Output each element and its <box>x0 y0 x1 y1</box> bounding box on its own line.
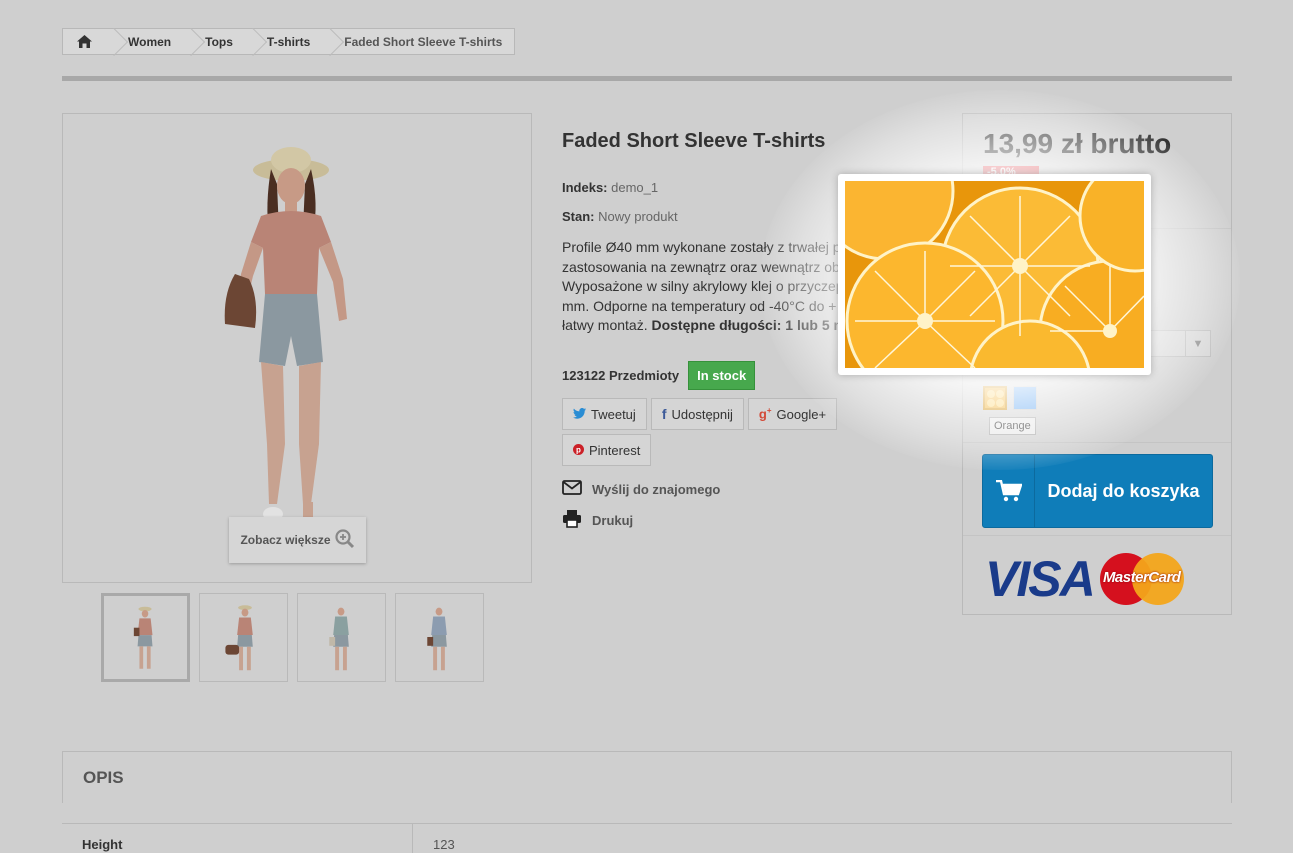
product-title: Faded Short Sleeve T-shirts <box>562 130 826 152</box>
breadcrumb-separator <box>106 29 116 55</box>
pinterest-label: Pinterest <box>589 442 641 458</box>
feature-name: Height <box>62 824 413 853</box>
breadcrumb-separator <box>322 29 332 55</box>
availability-row: 123122 Przedmioty In stock <box>562 361 756 390</box>
google-plus-label: Google+ <box>776 406 827 422</box>
color-swatch-orange[interactable] <box>983 386 1007 410</box>
product-condition: Stan: Nowy produkt <box>562 209 678 224</box>
thumbnail-4[interactable] <box>395 593 484 682</box>
thumbnail-2[interactable] <box>199 593 288 682</box>
description-section: OPIS <box>62 751 1232 803</box>
tweet-label: Tweetuj <box>591 406 636 422</box>
description-bold: Dostępne długości: 1 lub 5 m <box>651 317 846 333</box>
envelope-icon <box>562 480 582 498</box>
add-to-cart-label: Dodaj do koszyka <box>1047 481 1200 501</box>
visa-logo: VISA <box>985 551 1096 607</box>
breadcrumb-separator <box>183 29 193 55</box>
color-preview-popup <box>838 174 1151 375</box>
orange-slices-image <box>845 181 1144 368</box>
model-photo <box>224 147 347 550</box>
color-swatch-blue[interactable] <box>1013 386 1037 410</box>
condition-label: Stan: <box>562 209 595 224</box>
facebook-share-button[interactable]: f Udostępnij <box>650 398 744 430</box>
color-tooltip: Orange <box>989 417 1036 435</box>
zoom-label: Zobacz większe <box>240 533 331 547</box>
add-to-cart-button[interactable]: Dodaj do koszyka <box>982 454 1213 528</box>
quantity-text: 123122 Przedmioty <box>562 368 680 383</box>
buy-box-divider <box>963 442 1231 443</box>
breadcrumb-separator <box>245 29 255 55</box>
product-main-image[interactable]: Zobacz większe <box>62 113 532 583</box>
payment-logos: VISA MasterCard <box>985 550 1184 608</box>
reference-value: demo_1 <box>611 180 659 195</box>
buy-box-divider <box>963 535 1231 536</box>
google-plus-button[interactable]: g+ Google+ <box>747 398 838 430</box>
reference-label: Indeks: <box>562 180 608 195</box>
pinterest-icon: p <box>573 443 584 458</box>
thumbnail-list <box>101 593 484 682</box>
feature-value: 123 <box>433 837 455 852</box>
send-to-friend-label: Wyślij do znajomego <box>592 481 721 497</box>
product-reference: Indeks: demo_1 <box>562 180 658 195</box>
breadcrumb-item-tshirts[interactable]: T-shirts <box>255 29 322 54</box>
printer-icon <box>562 510 582 531</box>
google-plus-icon: g+ <box>758 406 772 422</box>
breadcrumb-item-women[interactable]: Women <box>116 29 183 54</box>
header-divider <box>62 76 1232 81</box>
cart-icon <box>983 455 1035 527</box>
social-share: Tweetuj f Udostępnij g+ Google+ p Pinter… <box>562 398 862 466</box>
facebook-icon: f <box>661 406 667 422</box>
data-sheet-row: Height 123 <box>62 823 1232 853</box>
breadcrumb: Women Tops T-shirts Faded Short Sleeve T… <box>62 28 516 55</box>
print-link[interactable]: Drukuj <box>562 510 633 531</box>
share-label: Udostępnij <box>671 406 733 422</box>
section-title: OPIS <box>83 768 124 787</box>
twitter-icon <box>573 407 586 422</box>
mastercard-logo: MasterCard <box>1099 553 1184 605</box>
zoom-button[interactable]: Zobacz większe <box>229 517 366 563</box>
stock-badge: In stock <box>688 361 756 390</box>
breadcrumb-item-tops[interactable]: Tops <box>193 29 245 54</box>
thumbnail-1[interactable] <box>101 593 190 682</box>
condition-value: Nowy produkt <box>598 209 678 224</box>
breadcrumb-current: Faded Short Sleeve T-shirts <box>344 34 503 49</box>
tweet-button[interactable]: Tweetuj <box>562 398 647 430</box>
svg-text:p: p <box>576 445 581 454</box>
print-label: Drukuj <box>592 513 634 528</box>
chevron-down-icon: ▼ <box>1185 331 1210 356</box>
zoom-icon <box>334 528 355 552</box>
product-price: 13,99 zł brutto <box>983 128 1172 159</box>
send-to-friend-link[interactable]: Wyślij do znajomego <box>562 480 720 498</box>
pinterest-button[interactable]: p Pinterest <box>562 434 652 466</box>
thumbnail-3[interactable] <box>297 593 386 682</box>
